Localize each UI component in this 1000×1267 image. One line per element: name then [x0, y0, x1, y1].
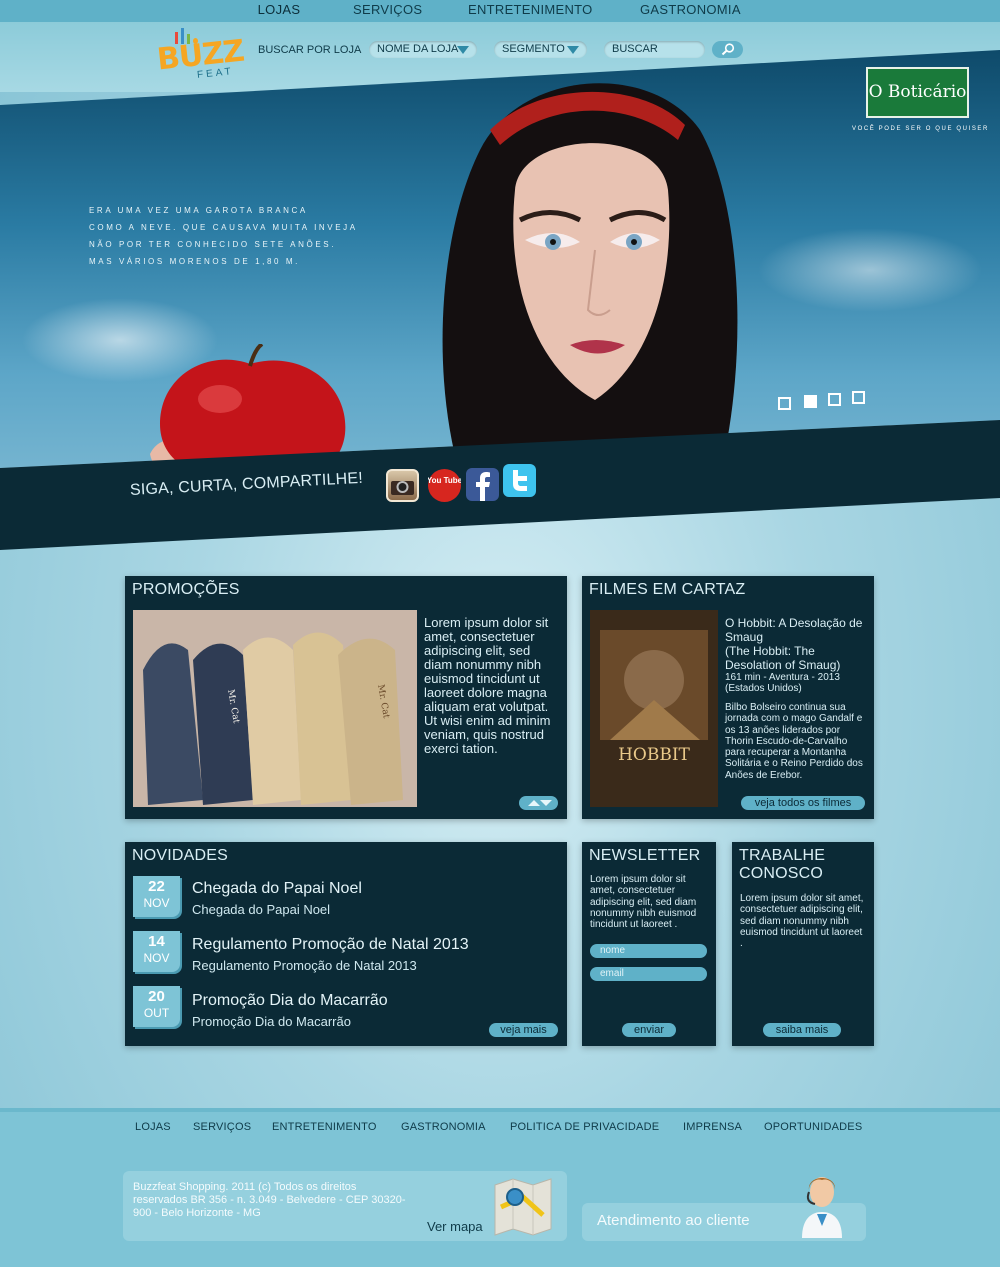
careers-text: Lorem ipsum dolor sit amet, consectetuer… — [740, 893, 864, 950]
support-agent-icon — [802, 1177, 842, 1238]
slide-dot[interactable] — [852, 391, 865, 404]
careers-title-line2: CONOSCO — [739, 865, 824, 882]
address-text: Buzzfeat Shopping. 2011 (c) Todos os dir… — [133, 1181, 406, 1219]
arrows-icon — [527, 800, 552, 806]
newsletter-submit-button[interactable]: enviar — [622, 1023, 676, 1037]
news-title: NOVIDADES — [132, 847, 229, 864]
customer-service-label[interactable]: Atendimento ao cliente — [597, 1212, 750, 1229]
slide-dot-active[interactable] — [804, 395, 817, 408]
movie-synopsis: Bilbo Bolseiro continua sua jornada com … — [725, 702, 863, 781]
newsletter-name-field[interactable]: nome — [590, 944, 707, 958]
brand-logo[interactable]: O Boticário — [866, 67, 969, 118]
news-month: NOV — [143, 896, 170, 910]
movie-meta: 161 min - Aventura - 2013 (Estados Unido… — [725, 672, 840, 695]
news-day: 20 — [148, 988, 165, 1005]
news-date: 14 NOV — [133, 931, 180, 972]
careers-title-line1: TRABALHE — [739, 847, 826, 864]
news-month: NOV — [143, 951, 170, 965]
topnav-item-servicos[interactable]: SERVIÇOS — [353, 2, 422, 22]
newsletter-email-field[interactable]: email — [590, 967, 707, 981]
topnav-item-lojas[interactable]: LOJAS — [253, 2, 305, 24]
movie-poster-title: HOBBIT — [618, 745, 690, 765]
news-item-subtitle: Regulamento Promoção de Natal 2013 — [192, 958, 417, 973]
movies-title: FILMES EM CARTAZ — [589, 581, 746, 598]
hero-woman-image — [442, 83, 738, 475]
hero-text-line: como a neve. Que causava muita inveja — [89, 223, 358, 232]
hero-text-line: Era uma vez uma garota branca — [89, 206, 308, 215]
topnav-item-gastronomia[interactable]: GASTRONOMIA — [640, 2, 741, 22]
topnav-item-entretenimento[interactable]: ENTRETENIMENTO — [468, 2, 593, 22]
hero-banner[interactable]: Era uma vez uma garota branca como a nev… — [0, 50, 1000, 550]
news-item-title[interactable]: Regulamento Promoção de Natal 2013 — [192, 936, 469, 954]
newsletter-text: Lorem ipsum dolor sit amet, consectetuer… — [590, 874, 697, 931]
map-link[interactable]: Ver mapa — [427, 1219, 483, 1234]
newsletter-title: NEWSLETTER — [589, 847, 701, 864]
movie-title: O Hobbit: A Desolação de Smaug — [725, 616, 863, 644]
news-day: 22 — [148, 878, 165, 895]
hero-text: Era uma vez uma garota branca como a nev… — [89, 202, 389, 270]
news-date: 20 OUT — [133, 986, 180, 1027]
hero-text-line: não por ter conhecido sete anões. — [89, 240, 337, 249]
footer-link-imprensa[interactable]: IMPRENSA — [683, 1121, 742, 1133]
movie-original-title: (The Hobbit: The Desolation of Smaug) — [725, 644, 841, 672]
youtube-label: You Tube — [428, 476, 461, 485]
news-month: OUT — [143, 1006, 170, 1020]
footer-link-lojas[interactable]: LOJAS — [135, 1121, 171, 1133]
instagram-icon[interactable] — [386, 469, 419, 502]
slide-dot[interactable] — [828, 393, 841, 406]
footer-link-oportunidades[interactable]: OPORTUNIDADES — [764, 1121, 862, 1133]
facebook-icon[interactable] — [466, 468, 499, 501]
news-item-subtitle: Promoção Dia do Macarrão — [192, 1014, 351, 1029]
promotion-text: Lorem ipsum dolor sit amet, consectetuer… — [424, 615, 551, 756]
news-date: 22 NOV — [133, 876, 180, 917]
youtube-icon[interactable]: You Tube — [427, 469, 463, 502]
news-item-title[interactable]: Chegada do Papai Noel — [192, 880, 362, 898]
promotion-nav-button[interactable] — [519, 796, 558, 810]
newsletter-name-placeholder: nome — [600, 945, 626, 956]
promotions-title: PROMOÇÕES — [132, 581, 240, 598]
brand-name: O Boticário — [868, 82, 967, 102]
footer-link-privacy[interactable]: POLITICA DE PRIVACIDADE — [510, 1121, 659, 1133]
careers-panel: TRABALHE CONOSCO Lorem ipsum dolor sit a… — [732, 842, 874, 1046]
all-movies-button[interactable]: veja todos os filmes — [741, 796, 865, 810]
hero-text-line: Mas vários morenos de 1,80 m. — [89, 257, 300, 266]
news-item-title[interactable]: Promoção Dia do Macarrão — [192, 992, 388, 1010]
top-nav: LOJAS SERVIÇOS ENTRETENIMENTO GASTRONOMI… — [0, 0, 1000, 24]
slide-dot[interactable] — [778, 397, 791, 410]
news-day: 14 — [148, 933, 165, 950]
footer-link-gastronomia[interactable]: GASTRONOMIA — [401, 1121, 486, 1133]
news-more-button[interactable]: veja mais — [489, 1023, 558, 1037]
promotion-image[interactable]: Mr. Cat Mr. Cat — [133, 610, 417, 807]
movie-poster[interactable]: HOBBIT — [590, 610, 718, 807]
footer-link-servicos[interactable]: SERVIÇOS — [193, 1121, 251, 1133]
promotions-panel: PROMOÇÕES Mr. Cat Mr. Cat Lorem ipsum do… — [125, 576, 567, 819]
map-icon[interactable] — [493, 1177, 553, 1237]
careers-more-button[interactable]: saiba mais — [763, 1023, 841, 1037]
newsletter-email-placeholder: email — [600, 968, 624, 979]
movies-panel: FILMES EM CARTAZ HOBBIT O Hobbit: A Deso… — [582, 576, 874, 819]
twitter-icon[interactable] — [503, 464, 536, 497]
news-item-subtitle: Chegada do Papai Noel — [192, 902, 331, 917]
brand-tagline: você pode ser o que quiser — [852, 126, 989, 132]
footer-link-entretenimento[interactable]: ENTRETENIMENTO — [272, 1121, 377, 1133]
